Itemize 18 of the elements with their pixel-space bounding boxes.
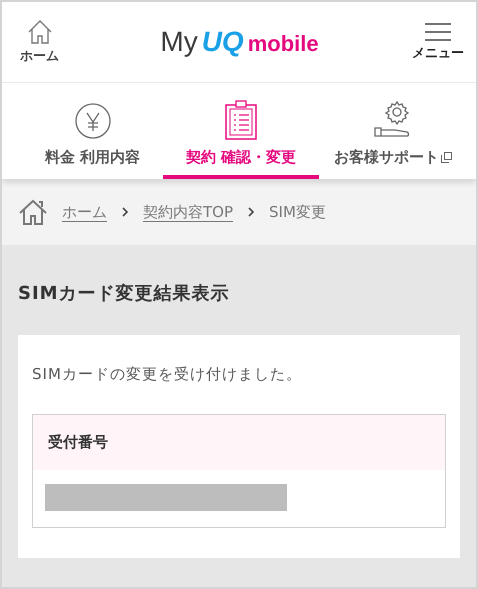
page-title: SIMカード変更結果表示 bbox=[18, 282, 231, 305]
clipboard-icon bbox=[224, 100, 258, 140]
receipt-label: 受付番号 bbox=[33, 415, 445, 470]
breadcrumb-link[interactable]: 契約内容TOP bbox=[143, 202, 234, 222]
nav-tab[interactable]: 料金 利用内容 bbox=[22, 83, 163, 179]
yen-icon bbox=[74, 102, 112, 140]
menu-icon bbox=[424, 22, 452, 42]
nav-tab[interactable]: お客様サポート bbox=[323, 83, 463, 179]
breadcrumb-link[interactable]: ホーム bbox=[62, 202, 107, 222]
home-icon bbox=[26, 19, 52, 45]
home-button[interactable]: ホーム bbox=[20, 19, 59, 65]
logo: MyUQ mobile bbox=[160, 26, 319, 58]
menu-button[interactable]: メニュー bbox=[412, 22, 464, 62]
home-icon bbox=[18, 198, 48, 226]
current-page-label: SIM変更 bbox=[269, 202, 326, 222]
chevron-icon bbox=[247, 207, 256, 217]
chevron-icon bbox=[121, 207, 129, 217]
confirmation-message: SIMカードの変更を受け付けました。 bbox=[32, 365, 303, 384]
